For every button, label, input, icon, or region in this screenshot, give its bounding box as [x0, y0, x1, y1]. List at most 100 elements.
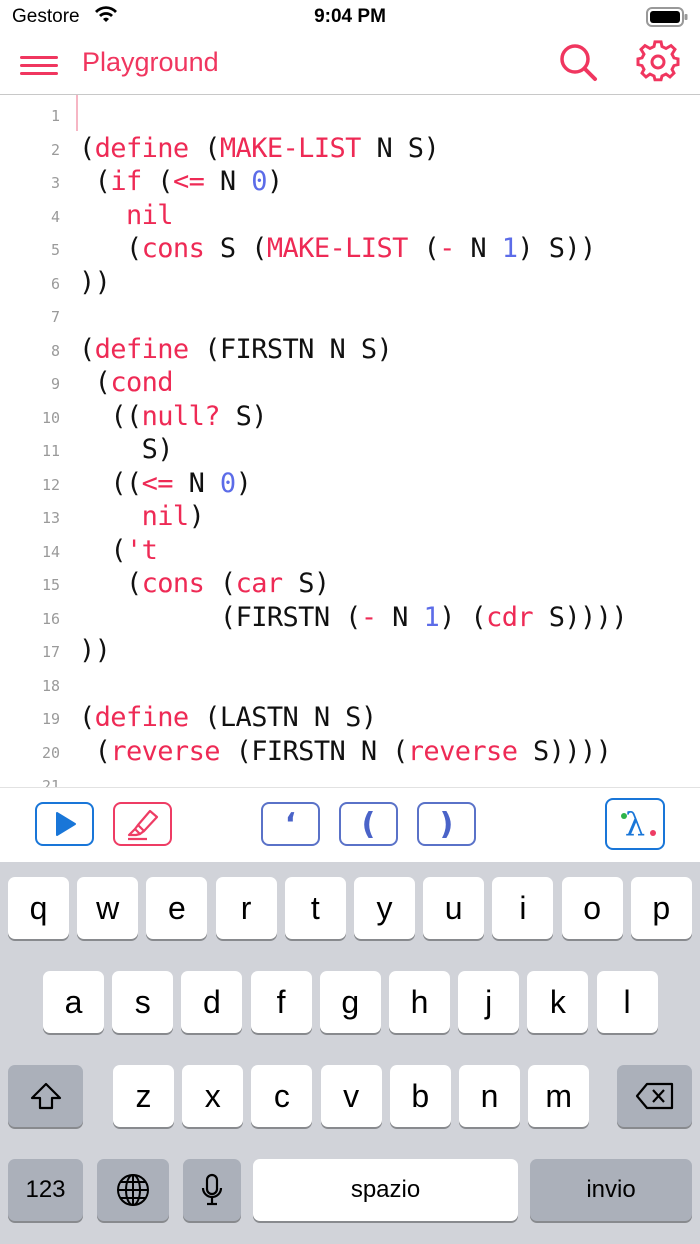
key-h[interactable]: h — [389, 971, 450, 1033]
code-text: (FIRSTN (- N 1) (cdr S)))) — [219, 601, 628, 633]
globe-icon — [117, 1174, 149, 1206]
line-number: 8 — [50, 341, 60, 360]
line-number: 10 — [41, 408, 60, 427]
code-line[interactable]: 14 ('t — [0, 533, 700, 566]
key-s[interactable]: s — [112, 971, 174, 1033]
key-v[interactable]: v — [320, 1065, 382, 1127]
code-text: ((<= N 0) — [110, 467, 252, 499]
code-line[interactable]: 15 (cons (car S) — [0, 566, 700, 599]
lambda-button[interactable]: λ — [605, 798, 665, 850]
return-key[interactable]: invio — [530, 1159, 692, 1221]
key-f[interactable]: f — [250, 971, 312, 1033]
code-line[interactable]: 3 (if (<= N 0) — [0, 164, 700, 197]
microphone-icon — [201, 1173, 223, 1206]
code-line[interactable]: 4 nil — [0, 198, 700, 231]
line-number: 21 — [41, 777, 60, 787]
highlighter-icon — [127, 809, 158, 841]
key-i[interactable]: i — [492, 877, 554, 939]
status-bar: Gestore 9:04 PM — [0, 0, 700, 36]
code-line[interactable]: 1 — [0, 97, 700, 130]
key-a[interactable]: a — [43, 971, 104, 1033]
code-text: (define (MAKE-LIST N S) — [79, 132, 440, 164]
key-m[interactable]: m — [528, 1065, 590, 1127]
search-icon[interactable] — [556, 40, 600, 84]
space-key[interactable]: spazio — [253, 1159, 518, 1221]
key-o[interactable]: o — [561, 877, 623, 939]
code-line[interactable]: 11 S) — [0, 432, 700, 465]
key-u[interactable]: u — [423, 877, 485, 939]
dictation-key[interactable] — [183, 1159, 241, 1221]
key-b[interactable]: b — [389, 1065, 451, 1127]
key-d[interactable]: d — [181, 971, 243, 1033]
line-number: 17 — [41, 643, 60, 661]
code-line[interactable]: 2 (define (MAKE-LIST N S) — [0, 131, 700, 164]
keyboard: 123 spazio invio qwertyuiop asdfghjkl zxcv… — [0, 862, 700, 1244]
run-button[interactable] — [35, 802, 94, 846]
backspace-key[interactable] — [617, 1065, 692, 1127]
code-text: ('t — [110, 534, 158, 566]
red-dot — [650, 830, 656, 836]
numbers-key[interactable]: 123 — [8, 1159, 83, 1221]
key-k[interactable]: k — [527, 971, 589, 1033]
code-text: (cond — [94, 367, 174, 398]
code-line[interactable]: 16 (FIRSTN (- N 1) (cdr S)))) — [0, 600, 700, 633]
open-paren-button[interactable]: ( — [339, 802, 398, 846]
key-q[interactable]: q — [8, 877, 69, 939]
nav-bar: Playground — [0, 36, 700, 95]
key-x[interactable]: x — [182, 1065, 244, 1127]
code-text: (reverse (FIRSTN N (reverse S)))) — [94, 735, 612, 767]
page-title: Playground — [82, 47, 219, 77]
code-text: (define (FIRSTN N S) — [79, 333, 393, 365]
line-number: 13 — [41, 509, 60, 527]
code-line[interactable]: 20 (reverse (FIRSTN N (reverse S)))) — [0, 734, 700, 767]
key-p[interactable]: p — [630, 877, 692, 939]
code-line[interactable]: 21 — [0, 767, 700, 787]
quote-button[interactable]: ‘ — [261, 802, 320, 846]
key-w[interactable]: w — [77, 877, 139, 939]
line-number: 18 — [41, 676, 60, 695]
shift-key[interactable] — [8, 1065, 83, 1127]
code-line[interactable]: 7 — [0, 298, 700, 331]
code-line[interactable]: 12 ((<= N 0) — [0, 466, 700, 499]
clear-button[interactable] — [113, 802, 172, 846]
close-paren-button[interactable]: ) — [417, 802, 476, 846]
line-number: 1 — [50, 107, 60, 125]
gear-icon[interactable] — [636, 40, 680, 84]
line-number: 6 — [50, 274, 60, 293]
code-line[interactable]: 9 (cond — [0, 365, 700, 398]
hamburger-menu-icon[interactable] — [20, 46, 60, 82]
code-text: ((null? S) — [110, 400, 267, 432]
code-line[interactable]: 17)) — [0, 633, 700, 666]
key-l[interactable]: l — [596, 971, 658, 1033]
code-line[interactable]: 6)) — [0, 265, 700, 298]
code-line[interactable]: 18 — [0, 667, 700, 700]
key-e[interactable]: e — [146, 877, 208, 939]
key-g[interactable]: g — [319, 971, 381, 1033]
key-y[interactable]: y — [354, 877, 415, 939]
code-editor[interactable]: 1 2 (define (MAKE-LIST N S) 3 (if (<= N 0) 4… — [0, 95, 700, 787]
clock: 9:04 PM — [314, 6, 386, 27]
code-text: nil) — [141, 501, 205, 532]
code-line[interactable]: 19 (define (LASTN N S) — [0, 700, 700, 733]
key-j[interactable]: j — [458, 971, 520, 1033]
line-number: 5 — [50, 241, 60, 259]
backspace-icon — [635, 1082, 673, 1110]
code-line[interactable]: 8 (define (FIRSTN N S) — [0, 332, 700, 365]
line-number: 9 — [50, 375, 60, 393]
code-text: (if (<= N 0) — [94, 166, 283, 197]
code-line[interactable]: 5 (cons S (MAKE-LIST (- N 1) S)) — [0, 231, 700, 264]
code-text: (cons (car S) — [125, 568, 330, 599]
code-line[interactable]: 13 nil) — [0, 499, 700, 532]
code-line[interactable]: 10 ((null? S) — [0, 399, 700, 432]
line-number: 2 — [50, 140, 60, 159]
globe-key[interactable] — [97, 1159, 169, 1221]
code-text: )) — [79, 266, 111, 298]
key-n[interactable]: n — [459, 1065, 520, 1127]
key-z[interactable]: z — [113, 1065, 174, 1127]
key-t[interactable]: t — [284, 877, 346, 939]
key-c[interactable]: c — [251, 1065, 313, 1127]
code-text: )) — [79, 635, 111, 666]
battery-icon — [646, 7, 688, 32]
key-r[interactable]: r — [215, 877, 277, 939]
editor-toolbar: ‘ ( ) λ — [0, 787, 700, 863]
